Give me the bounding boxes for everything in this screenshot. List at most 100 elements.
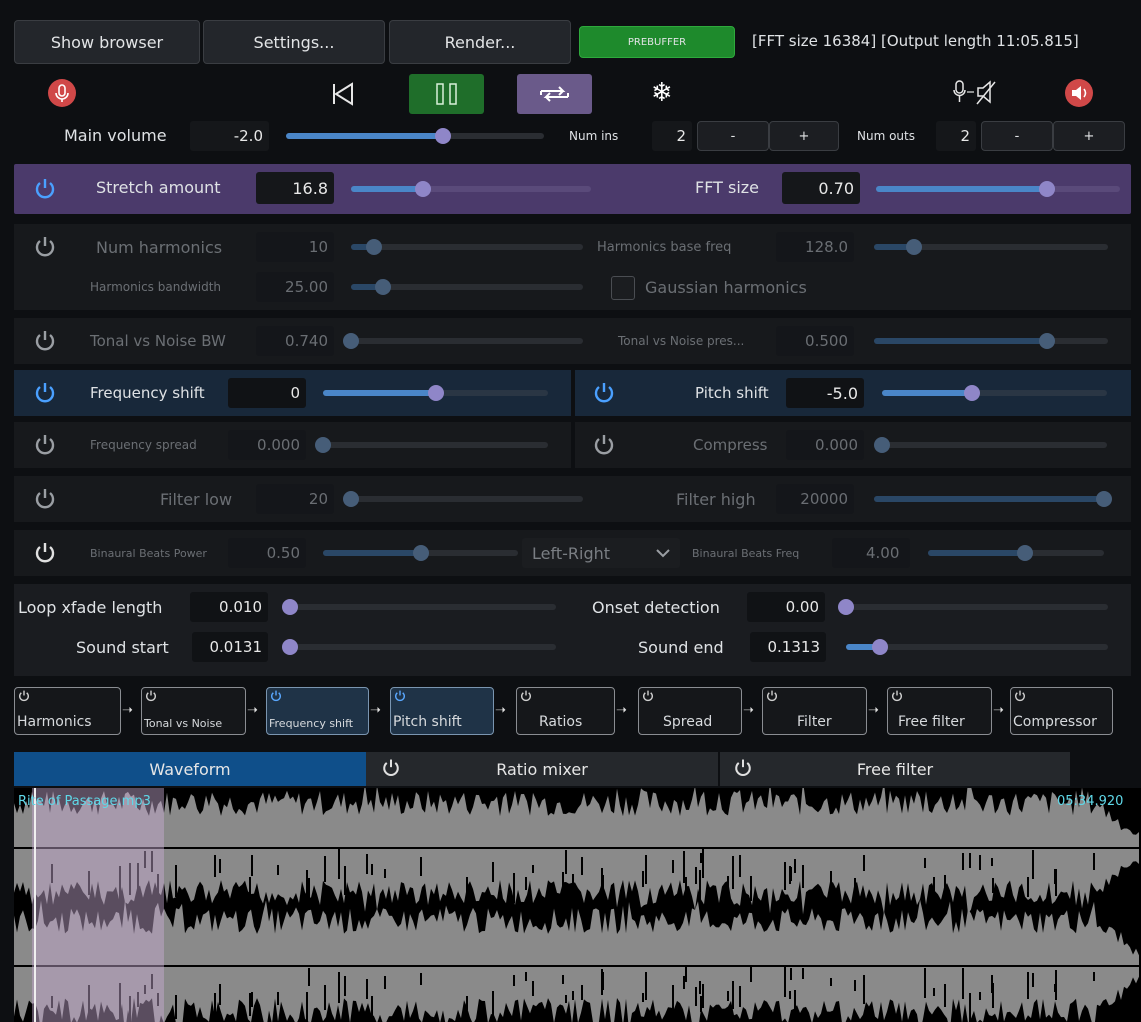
ratio-mixer-power-icon[interactable] [380, 757, 402, 779]
harmonics-bandwidth-slider[interactable] [351, 279, 583, 295]
binaural-power-label: Binaural Beats Power [90, 547, 207, 560]
loop-button[interactable] [517, 74, 592, 114]
filter-power-icon[interactable] [32, 486, 58, 512]
compress-power-icon[interactable] [591, 432, 617, 458]
compress-slider[interactable] [874, 437, 1107, 453]
pitch-shift-power-icon[interactable] [393, 689, 407, 703]
num-outs-value[interactable]: 2 [936, 121, 976, 151]
waveform-view[interactable]: Rite of Passage.mp3 05:34.920 [14, 788, 1141, 1022]
frequency-shift-power-icon[interactable] [32, 380, 58, 406]
playhead[interactable] [34, 788, 36, 1022]
sound-end-value[interactable]: 0.1313 [750, 632, 826, 662]
main-volume-value[interactable]: -2.0 [190, 121, 269, 151]
settings-button[interactable]: Settings... [203, 20, 385, 64]
onset-detection-slider[interactable] [838, 599, 1108, 615]
binaural-freq-value[interactable]: 4.00 [832, 538, 910, 568]
chain-node-compressor[interactable]: Compressor [1010, 687, 1113, 735]
num-ins-plus-button[interactable]: + [769, 121, 839, 151]
fft-size-slider[interactable] [876, 181, 1120, 197]
frequency-shift-value[interactable]: 0 [228, 378, 306, 408]
prebuffer-button[interactable]: PREBUFFER [579, 26, 735, 58]
tonal-noise-panel: Tonal vs Noise BW 0.740 Tonal vs Noise p… [14, 318, 1131, 364]
sound-start-value[interactable]: 0.0131 [192, 632, 268, 662]
loop-xfade-value[interactable]: 0.010 [190, 592, 268, 622]
skip-back-icon[interactable] [328, 80, 356, 112]
chain-node-ratios[interactable]: Ratios [516, 687, 615, 735]
pitch-shift-power-icon[interactable] [591, 380, 617, 406]
tonal-noise-pres-slider[interactable] [874, 333, 1108, 349]
harmonics-power-icon[interactable] [17, 689, 31, 703]
num-harmonics-value[interactable]: 10 [256, 232, 334, 262]
filter-power-icon[interactable] [765, 689, 779, 703]
binaural-mode-dropdown[interactable]: Left-Right [522, 538, 680, 568]
stretch-value[interactable]: 16.8 [256, 172, 334, 204]
stretch-power-icon[interactable] [32, 176, 58, 202]
num-harmonics-slider[interactable] [351, 239, 583, 255]
num-ins-value[interactable]: 2 [652, 121, 692, 151]
harmonics-base-freq-value[interactable]: 128.0 [776, 232, 854, 262]
filter-high-value[interactable]: 20000 [776, 484, 854, 514]
speaker-icon[interactable] [1065, 79, 1093, 107]
binaural-power-icon[interactable] [32, 540, 58, 566]
main-volume-slider[interactable] [286, 128, 544, 144]
chain-node-filter[interactable]: Filter [762, 687, 867, 735]
tonal-noise-bw-slider[interactable] [343, 333, 583, 349]
tonal-noise-power-icon[interactable] [32, 328, 58, 354]
tab-ratio-mixer[interactable]: Ratio mixer [366, 752, 718, 786]
show-browser-button[interactable]: Show browser [14, 20, 200, 64]
fft-size-value[interactable]: 0.70 [782, 172, 860, 204]
binaural-freq-slider[interactable] [928, 545, 1104, 561]
tab-waveform[interactable]: Waveform [14, 752, 366, 786]
loop-xfade-slider[interactable] [282, 599, 556, 615]
num-outs-plus-button[interactable]: + [1053, 121, 1125, 151]
harmonics-power-icon[interactable] [32, 234, 58, 260]
compressor-power-icon[interactable] [1013, 689, 1027, 703]
stretch-slider[interactable] [351, 181, 591, 197]
free-filter-power-icon[interactable] [890, 689, 904, 703]
chain-arrow-icon: ➝ [495, 703, 506, 718]
gaussian-harmonics-checkbox[interactable] [611, 276, 635, 300]
ratios-power-icon[interactable] [519, 689, 533, 703]
harmonics-base-freq-slider[interactable] [874, 239, 1108, 255]
binaural-power-slider[interactable] [323, 545, 518, 561]
snowflake-icon[interactable]: ❄ [651, 78, 673, 108]
chain-node-free-filter[interactable]: Free filter [887, 687, 992, 735]
frequency-shift-power-icon[interactable] [269, 689, 283, 703]
tonal-noise-bw-value[interactable]: 0.740 [256, 326, 334, 356]
mic-to-speaker-icon[interactable] [950, 78, 1006, 112]
free-filter-power-icon[interactable] [732, 757, 754, 779]
mic-record-icon[interactable] [48, 79, 76, 107]
chain-node-pitch-shift[interactable]: Pitch shift [390, 687, 494, 735]
num-outs-minus-button[interactable]: - [981, 121, 1053, 151]
sound-start-slider[interactable] [282, 639, 556, 655]
harmonics-bandwidth-value[interactable]: 25.00 [256, 272, 334, 302]
frequency-spread-slider[interactable] [315, 437, 548, 453]
sound-end-slider[interactable] [846, 639, 1108, 655]
pause-button[interactable] [409, 74, 484, 114]
filter-high-slider[interactable] [874, 491, 1112, 507]
pitch-shift-value[interactable]: -5.0 [786, 378, 864, 408]
filter-low-slider[interactable] [343, 491, 583, 507]
pitch-shift-slider[interactable] [882, 385, 1107, 401]
frequency-shift-slider[interactable] [323, 385, 548, 401]
harmonics-panel: Num harmonics 10 Harmonics base freq 128… [14, 224, 1131, 310]
chain-node-harmonics[interactable]: Harmonics [14, 687, 121, 735]
frequency-spread-power-icon[interactable] [32, 432, 58, 458]
num-ins-minus-button[interactable]: - [697, 121, 769, 151]
tonal-noise-pres-value[interactable]: 0.500 [776, 326, 854, 356]
loop-selection[interactable] [32, 788, 164, 1022]
tab-free-filter[interactable]: Free filter [720, 752, 1070, 786]
render-button[interactable]: Render... [389, 20, 571, 64]
tonal-vs-noise-power-icon[interactable] [144, 689, 158, 703]
binaural-power-value[interactable]: 0.50 [228, 538, 306, 568]
compress-value[interactable]: 0.000 [786, 430, 864, 460]
filter-low-value[interactable]: 20 [256, 484, 334, 514]
chain-node-spread[interactable]: Spread [638, 687, 742, 735]
spread-power-icon[interactable] [641, 689, 655, 703]
frequency-spread-value[interactable]: 0.000 [228, 430, 306, 460]
chain-node-frequency-shift[interactable]: Frequency shift [266, 687, 369, 735]
onset-detection-value[interactable]: 0.00 [747, 592, 825, 622]
chain-node-label: Spread [663, 714, 713, 730]
chain-node-label: Frequency shift [269, 717, 354, 730]
chain-node-tonal-vs-noise[interactable]: Tonal vs Noise [141, 687, 246, 735]
